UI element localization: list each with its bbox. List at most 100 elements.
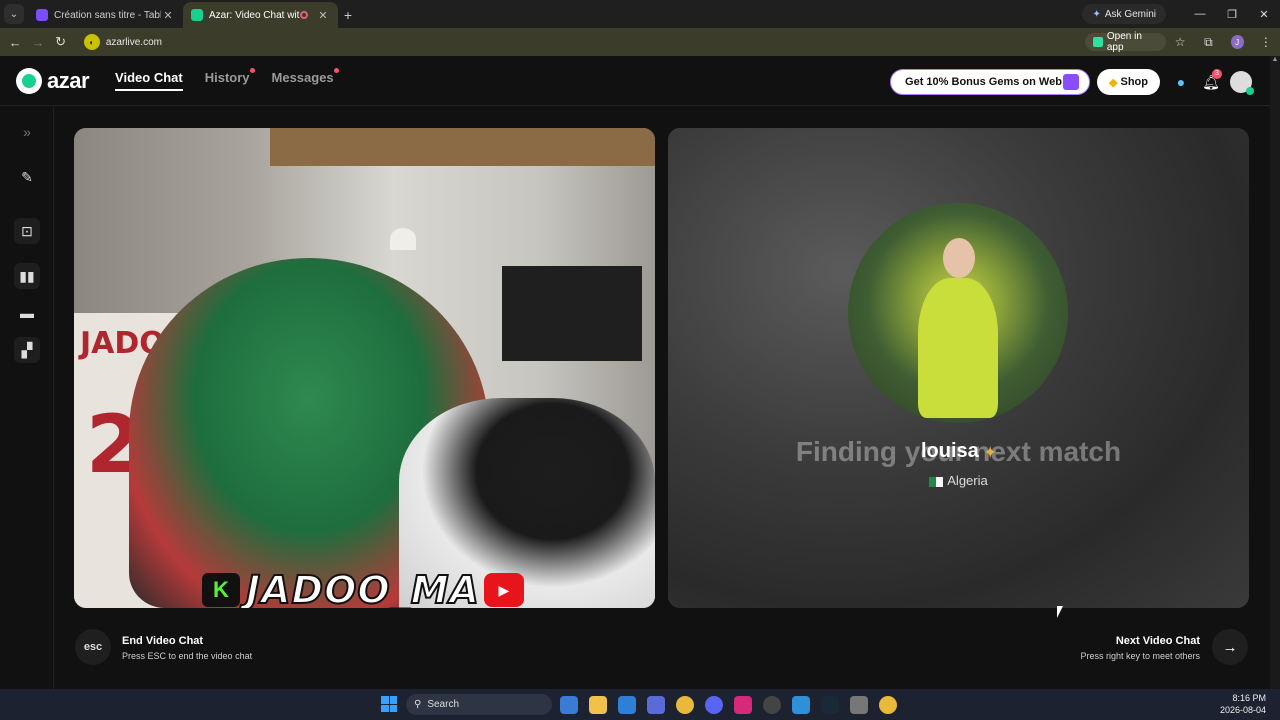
obs-icon[interactable] — [763, 696, 781, 714]
notification-bell-icon[interactable]: 🔔︎ 3 — [1196, 68, 1226, 91]
badge-icon: ✦ — [984, 444, 997, 460]
scrollbar[interactable]: ▲ — [1270, 56, 1280, 689]
tv-screen — [502, 266, 642, 361]
bonus-gems-banner[interactable]: Get 10% Bonus Gems on Web! — [890, 69, 1091, 95]
lamp — [390, 228, 416, 250]
expand-chevrons-icon[interactable]: » — [14, 119, 40, 145]
mouse-cursor-icon — [1057, 606, 1063, 618]
chrome-icon[interactable] — [676, 696, 694, 714]
bookmark-star-icon[interactable]: ☆ — [1166, 35, 1194, 49]
nav-label: Messages — [271, 70, 334, 85]
nav-label: History — [204, 70, 250, 85]
nav-history[interactable]: History — [204, 68, 255, 91]
tab-search-button[interactable]: ⌄ — [4, 4, 24, 24]
app-icon — [1093, 37, 1103, 47]
watermark-text: JADOO_MA — [245, 567, 480, 608]
next-chat-subtitle: Press right key to meet others — [1080, 651, 1200, 661]
online-status-icon — [1246, 87, 1254, 95]
file-explorer-icon[interactable] — [589, 696, 607, 714]
windows-start-icon[interactable] — [381, 696, 397, 712]
ask-gemini-button[interactable]: ✦ Ask Gemini — [1082, 4, 1166, 24]
address-bar: ← → ↻ ◐ azarlive.com Open in app ☆ ⧉ J ⋮ — [0, 28, 1280, 56]
effects-icon[interactable]: ⊡ — [14, 218, 40, 244]
match-country: Algeria — [668, 473, 1249, 488]
unread-dot — [249, 68, 255, 73]
profile-avatar[interactable]: J — [1230, 35, 1244, 49]
store-icon[interactable] — [647, 696, 665, 714]
user-avatar[interactable] — [1230, 71, 1254, 95]
new-tab-button[interactable]: + — [338, 7, 358, 23]
country-text: Algeria — [947, 473, 988, 488]
minimize-button[interactable]: — — [1184, 8, 1216, 20]
unread-dot — [333, 68, 339, 73]
discord-icon[interactable] — [705, 696, 723, 714]
nav-label: Video Chat — [115, 70, 183, 85]
ask-gemini-label: Ask Gemini — [1104, 8, 1156, 20]
url-text: azarlive.com — [105, 36, 162, 48]
instagram-icon[interactable] — [734, 696, 752, 714]
gemini-sparkle-icon: ✦ — [1092, 8, 1101, 20]
local-video: JADOO 20 K JADOO_MA ▶ — [74, 128, 655, 608]
search-icon: ⚲ — [414, 699, 422, 710]
browser-tab-bar: ⌄ Création sans titre - Tableau bla ✕ Az… — [0, 0, 1280, 28]
outlook-icon[interactable] — [618, 696, 636, 714]
pinned-apps — [560, 696, 908, 714]
scroll-up-icon[interactable]: ▲ — [1270, 56, 1280, 63]
restore-button[interactable]: ❐ — [1216, 8, 1248, 21]
azar-favicon-icon — [191, 9, 203, 21]
capture-icon[interactable] — [850, 696, 868, 714]
main-nav: Video Chat History Messages — [115, 68, 356, 91]
end-chat-subtitle: Press ESC to end the video chat — [122, 651, 253, 661]
more-menu-icon[interactable]: ⋮ — [1252, 35, 1280, 49]
tab-title: Création sans titre - Tableau bla — [54, 9, 161, 21]
end-chat-button[interactable]: esc — [75, 629, 111, 665]
shop-label: Shop — [1120, 76, 1149, 88]
widgets-icon[interactable] — [560, 696, 578, 714]
clock-date: 2026-08-04 — [1219, 705, 1266, 715]
taskbar-search[interactable]: ⚲ Search — [406, 694, 552, 715]
shop-button[interactable]: ◆ Shop — [1097, 69, 1160, 95]
extensions-icon[interactable]: ⧉ — [1194, 35, 1222, 50]
tab-azar[interactable]: Azar: Video Chat with New ✕ — [183, 2, 338, 28]
layout-grid-icon[interactable]: ▞ — [14, 337, 40, 363]
windows-taskbar: ⚲ Search 8:16 PM 2026-08-04 — [0, 689, 1280, 720]
back-icon[interactable]: ← — [4, 35, 27, 50]
notification-badge: 3 — [1212, 68, 1222, 79]
gem-icon: ◆ — [1109, 76, 1118, 89]
system-clock[interactable]: 8:16 PM 2026-08-04 — [1220, 692, 1266, 716]
chat-bubble-icon[interactable]: ● — [1166, 74, 1196, 90]
recording-icon — [300, 11, 308, 19]
photos-icon[interactable] — [792, 696, 810, 714]
nav-video-chat[interactable]: Video Chat — [115, 70, 183, 91]
open-in-app-label: Open in app — [1106, 31, 1142, 53]
next-chat-title: Next Video Chat — [1115, 635, 1200, 647]
youtube-logo-icon: ▶ — [483, 573, 524, 607]
side-rail: » ✎ ⊡ ▮▮ ▬ ▞ — [0, 107, 54, 689]
promo-text: Get 10% Bonus Gems on Web! — [905, 76, 1066, 88]
reload-icon[interactable]: ↻ — [49, 34, 72, 50]
tab-title: Azar: Video Chat with New — [209, 9, 300, 21]
tab-canva[interactable]: Création sans titre - Tableau bla ✕ — [28, 2, 183, 28]
url-field[interactable]: ◐ azarlive.com — [78, 31, 1082, 53]
next-chat-arrow-icon[interactable]: → — [1212, 629, 1248, 665]
algeria-flag-icon — [929, 476, 944, 487]
close-window-button[interactable]: ✕ — [1248, 8, 1280, 21]
photo-shelf — [270, 128, 655, 166]
logo-text: azar — [47, 67, 90, 93]
clock-time: 8:16 PM — [1232, 693, 1266, 703]
azar-logo[interactable]: azar — [16, 67, 90, 94]
stream-watermark: K JADOO_MA ▶ — [202, 567, 524, 608]
end-chat-title: End Video Chat — [122, 635, 204, 647]
nav-messages[interactable]: Messages — [271, 68, 339, 91]
site-info-icon[interactable]: ◐ — [83, 34, 100, 50]
chrome-active-icon[interactable] — [879, 696, 897, 714]
steam-icon[interactable] — [821, 696, 839, 714]
magic-wand-icon[interactable]: ✎ — [14, 164, 40, 190]
forward-icon[interactable]: → — [27, 35, 50, 50]
close-tab-icon[interactable]: ✕ — [161, 9, 175, 22]
layout-side-by-side-icon[interactable]: ▮▮ — [14, 263, 40, 289]
open-in-app-button[interactable]: Open in app — [1085, 31, 1167, 53]
match-name-text: louisa — [920, 440, 979, 462]
layout-stacked-icon[interactable]: ▬ — [14, 300, 40, 326]
close-tab-icon[interactable]: ✕ — [316, 9, 330, 22]
